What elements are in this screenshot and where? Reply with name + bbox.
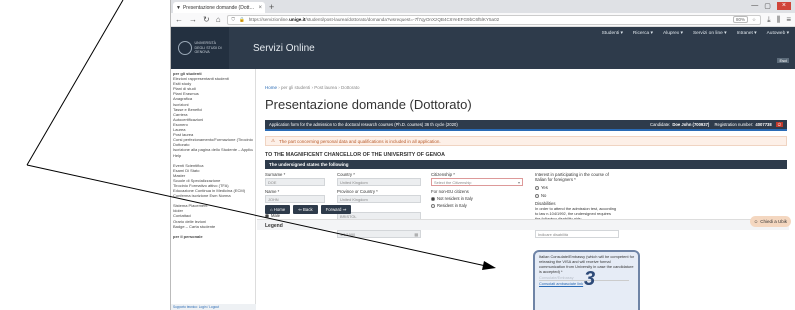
favicon-icon: ▼ xyxy=(176,4,181,11)
name-field[interactable]: JOHN xyxy=(265,195,325,203)
radio-yes[interactable]: Yes xyxy=(535,185,548,190)
menu-item[interactable]: Aluprex ▾ xyxy=(663,31,683,36)
step-number: 3 xyxy=(584,268,596,290)
legend-panel[interactable]: Legend xyxy=(257,219,789,230)
province-label: Province or Country * xyxy=(337,189,378,194)
menu-item[interactable]: Intranet ▾ xyxy=(737,31,757,36)
non-eu-label: For non-EU citizens xyxy=(431,189,469,194)
back-arrow-icon[interactable]: ← xyxy=(175,15,183,24)
browser-tab[interactable]: ▼ Presentazione domande (Dott… × xyxy=(173,2,265,13)
main-content: Home › per gli studenti › Post laurea › … xyxy=(257,69,795,310)
side-tab[interactable]: Esci xyxy=(777,58,789,63)
window-controls: — ▢ × xyxy=(751,2,791,10)
chat-label: Chiedi a Ubik xyxy=(760,219,787,224)
italian-course-label: Interest in participating in the course … xyxy=(535,172,609,182)
bookmark-star-icon[interactable]: ☆ xyxy=(752,17,756,23)
tab-close-icon[interactable]: × xyxy=(258,5,262,11)
country-label: Country * xyxy=(337,172,355,177)
shield-icon: ⛉ xyxy=(231,17,235,22)
zoom-level[interactable]: 80% xyxy=(732,16,748,23)
logo-text: UNIVERSITÀ DEGLI STUDI DI GENOVA xyxy=(194,41,222,55)
seal-icon xyxy=(177,41,192,55)
disabilities-input[interactable]: Indicare disabilità xyxy=(535,230,619,238)
radio-not-resident[interactable]: Not resident in Italy xyxy=(431,196,473,201)
browser-window: ▼ Presentazione domande (Dott… × + — ▢ ×… xyxy=(170,0,795,310)
banner-title: Application form for the admission to th… xyxy=(269,122,458,127)
reload-icon[interactable]: ↻ xyxy=(203,15,210,24)
chat-button[interactable]: ☺ Chiedi a Ubik xyxy=(749,216,791,227)
maximize-button[interactable]: ▢ xyxy=(764,2,771,10)
sidebar: per gli studenti Elezioni rappresentanti … xyxy=(171,69,256,310)
citizenship-select[interactable]: Select the Citizenship ▾ xyxy=(431,178,523,186)
province-field[interactable]: United Kingdom xyxy=(337,195,421,203)
warning-icon: ⚠ xyxy=(271,138,276,143)
back-button[interactable]: ⇐ Back xyxy=(293,205,318,214)
site-header: UNIVERSITÀ DEGLI STUDI DI GENOVA Servizi… xyxy=(171,27,795,69)
screenshot-stage: ▼ Presentazione domande (Dott… × + — ▢ ×… xyxy=(0,0,795,310)
top-menu: Studenti ▾ Ricerca ▾ Aluprex ▾ Servizi o… xyxy=(602,31,789,36)
undersigned-bar: The undersigned states the following xyxy=(265,160,787,169)
radio-resident[interactable]: Resident in Italy xyxy=(431,203,467,208)
surname-field[interactable]: DOE xyxy=(265,178,325,186)
logout-icon[interactable]: ⏻ xyxy=(775,122,783,127)
url-text: https://servizionline.unige.it/studenti/… xyxy=(248,17,500,22)
annotation-line-diagonal xyxy=(26,0,124,166)
country-field[interactable]: United Kingdom xyxy=(337,178,421,186)
sidebar-item[interactable]: per il personale xyxy=(173,234,253,239)
section-heading: TO THE MAGNIFICENT CHANCELLOR OF THE UNI… xyxy=(265,152,445,158)
radio-no[interactable]: No xyxy=(535,193,546,198)
close-window-button[interactable]: × xyxy=(776,2,791,10)
action-buttons: ⌂ Home ⇐ Back Forward ⇒ xyxy=(265,205,352,214)
download-icon[interactable]: ⤓ xyxy=(767,15,771,25)
navigation-bar: ← → ↻ ⌂ ⛉ 🔒 https://servizionline.unige.… xyxy=(171,13,795,27)
consulate-link[interactable]: Consolati ambasciate link xyxy=(539,281,583,286)
home-icon[interactable]: ⌂ xyxy=(216,15,221,24)
breadcrumb: Home › per gli studenti › Post laurea › … xyxy=(265,85,787,90)
lock-icon: 🔒 xyxy=(239,16,245,22)
chat-avatar-icon: ☺ xyxy=(753,219,759,224)
university-logo[interactable]: UNIVERSITÀ DEGLI STUDI DI GENOVA xyxy=(171,27,229,69)
tab-bar: ▼ Presentazione domande (Dott… × + — ▢ × xyxy=(171,0,795,13)
menu-icon[interactable]: ≡ xyxy=(786,15,791,24)
menu-item[interactable]: Servizi on line ▾ xyxy=(693,31,727,36)
name-label: Name * xyxy=(265,189,280,194)
new-tab-button[interactable]: + xyxy=(269,2,274,13)
breadcrumb-home[interactable]: Home xyxy=(265,85,277,90)
menu-item[interactable]: Studenti ▾ xyxy=(602,31,623,36)
menu-item[interactable]: Autoweb ▾ xyxy=(767,31,789,36)
minimize-button[interactable]: — xyxy=(751,2,758,10)
url-bar[interactable]: ⛉ 🔒 https://servizionline.unige.it/stude… xyxy=(226,14,762,25)
application-banner: Application form for the admission to th… xyxy=(265,120,787,131)
library-icon[interactable]: ⫼ xyxy=(777,15,781,25)
chevron-down-icon: ▾ xyxy=(518,180,520,185)
status-bar[interactable]: Supporto tecnico: Login / Logout xyxy=(171,304,256,310)
surname-label: Surname * xyxy=(265,172,286,177)
tab-title: Presentazione domande (Dott… xyxy=(182,4,255,11)
sidebar-item[interactable]: Iscrizione alla pagina dello Studente – … xyxy=(173,147,253,152)
info-text: The part concerning personal data and qu… xyxy=(279,138,441,144)
home-button[interactable]: ⌂ Home xyxy=(265,205,291,214)
birth-date-field[interactable]: 1/1/1990 ▦ xyxy=(337,230,421,238)
calendar-icon[interactable]: ▦ xyxy=(414,232,418,237)
forward-button[interactable]: Forward ⇒ xyxy=(320,205,352,214)
breadcrumb-path: › per gli studenti › Post laurea › Dotto… xyxy=(277,85,360,90)
page-title: Presentazione domande (Dottorato) xyxy=(265,97,472,112)
forward-arrow-icon[interactable]: → xyxy=(189,15,197,24)
citizenship-label: Citizenship * xyxy=(431,172,455,177)
info-alert: ⚠ The part concerning personal data and … xyxy=(265,136,787,146)
banner-candidate-info: Candidate: Doe John (700937) Registration… xyxy=(650,122,772,127)
menu-item[interactable]: Ricerca ▾ xyxy=(633,31,653,36)
brand-title: Servizi Online xyxy=(253,42,315,54)
